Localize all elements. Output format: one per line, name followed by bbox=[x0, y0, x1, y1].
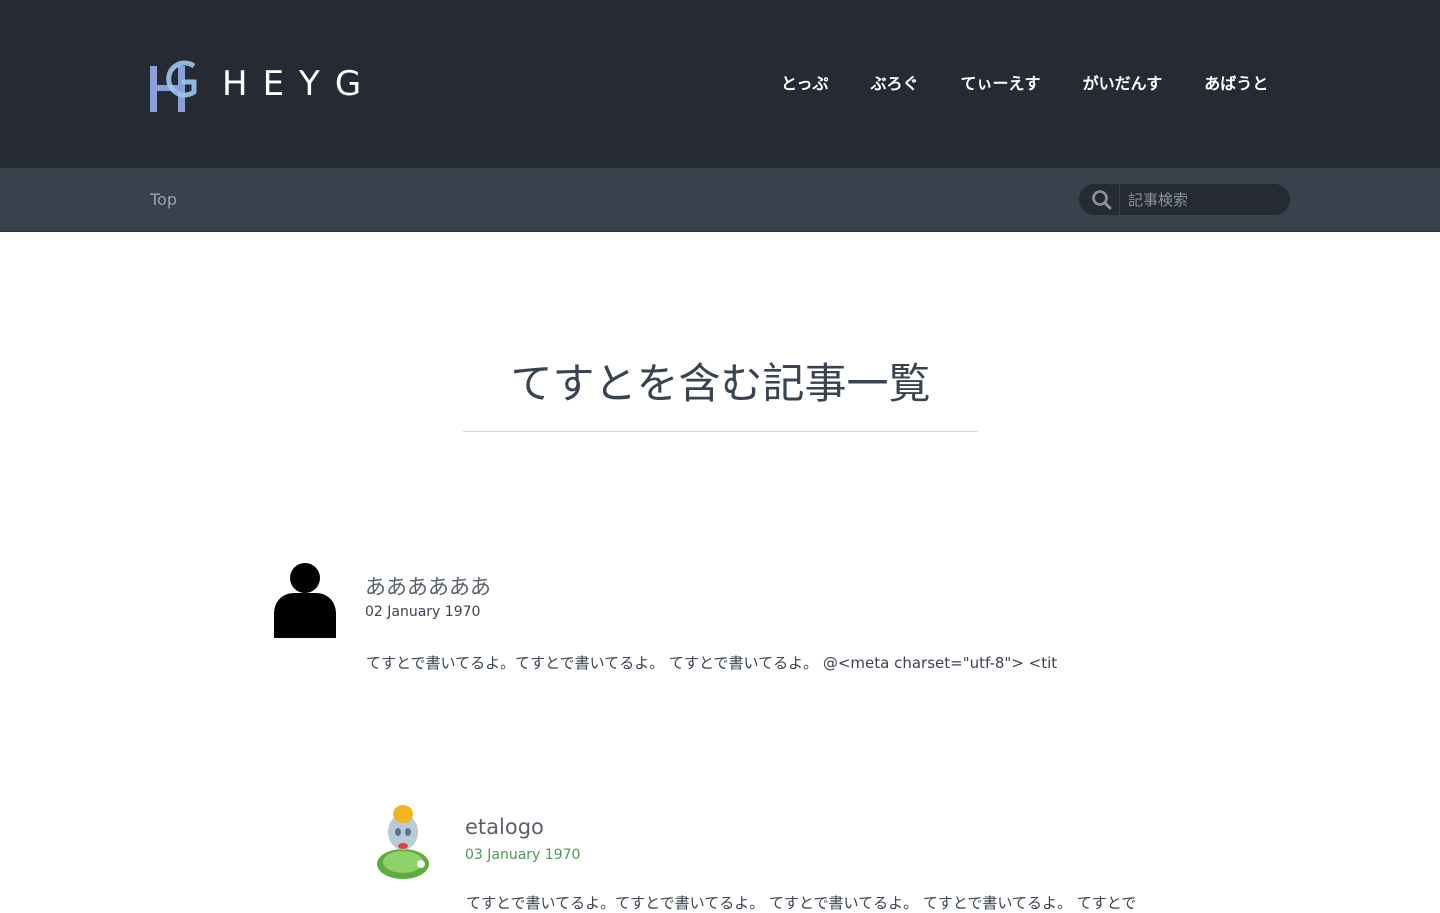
nav-item-guidance[interactable]: がいだんす bbox=[1074, 70, 1172, 94]
site-logo[interactable]: HEYG bbox=[148, 52, 378, 116]
breadcrumb-top[interactable]: Top bbox=[150, 190, 177, 209]
mascot-avatar-icon[interactable] bbox=[374, 804, 432, 880]
user-silhouette-icon[interactable] bbox=[270, 562, 340, 638]
search-input[interactable] bbox=[1126, 189, 1290, 210]
nav-item-top[interactable]: とっぷ bbox=[772, 70, 838, 94]
search-divider bbox=[1119, 184, 1120, 215]
post-excerpt[interactable]: てすとで書いてるよ。てすとで書いてるよ。 てすとで書いてるよ。 @<meta c… bbox=[366, 652, 1057, 673]
hg-logo-icon bbox=[150, 60, 197, 112]
search-icon[interactable] bbox=[1091, 189, 1113, 211]
page-title: てすとを含む記事一覧 bbox=[510, 359, 931, 408]
post-excerpt[interactable]: てすとで書いてるよ。てすとで書いてるよ。 てすとで書いてるよ。 てすとで書いてる… bbox=[466, 892, 1136, 913]
main-nav: とっぷ ぶろぐ てぃーえす がいだんす あばうと bbox=[760, 70, 1289, 94]
nav-item-about[interactable]: あばうと bbox=[1195, 70, 1277, 94]
site-header: HEYG とっぷ ぶろぐ てぃーえす がいだんす あばうと bbox=[0, 0, 1440, 168]
post-author[interactable]: ああああああ bbox=[365, 571, 491, 601]
sub-bar: Top bbox=[0, 168, 1440, 232]
post-date: 03 January 1970 bbox=[465, 847, 581, 863]
logo-text: HEYG bbox=[222, 64, 377, 104]
search-box[interactable] bbox=[1079, 184, 1290, 215]
post-author[interactable]: etalogo bbox=[465, 815, 544, 839]
title-divider bbox=[463, 431, 978, 432]
nav-item-ts[interactable]: てぃーえす bbox=[952, 70, 1050, 94]
nav-item-blog[interactable]: ぶろぐ bbox=[862, 70, 928, 94]
post-date: 02 January 1970 bbox=[365, 604, 481, 620]
